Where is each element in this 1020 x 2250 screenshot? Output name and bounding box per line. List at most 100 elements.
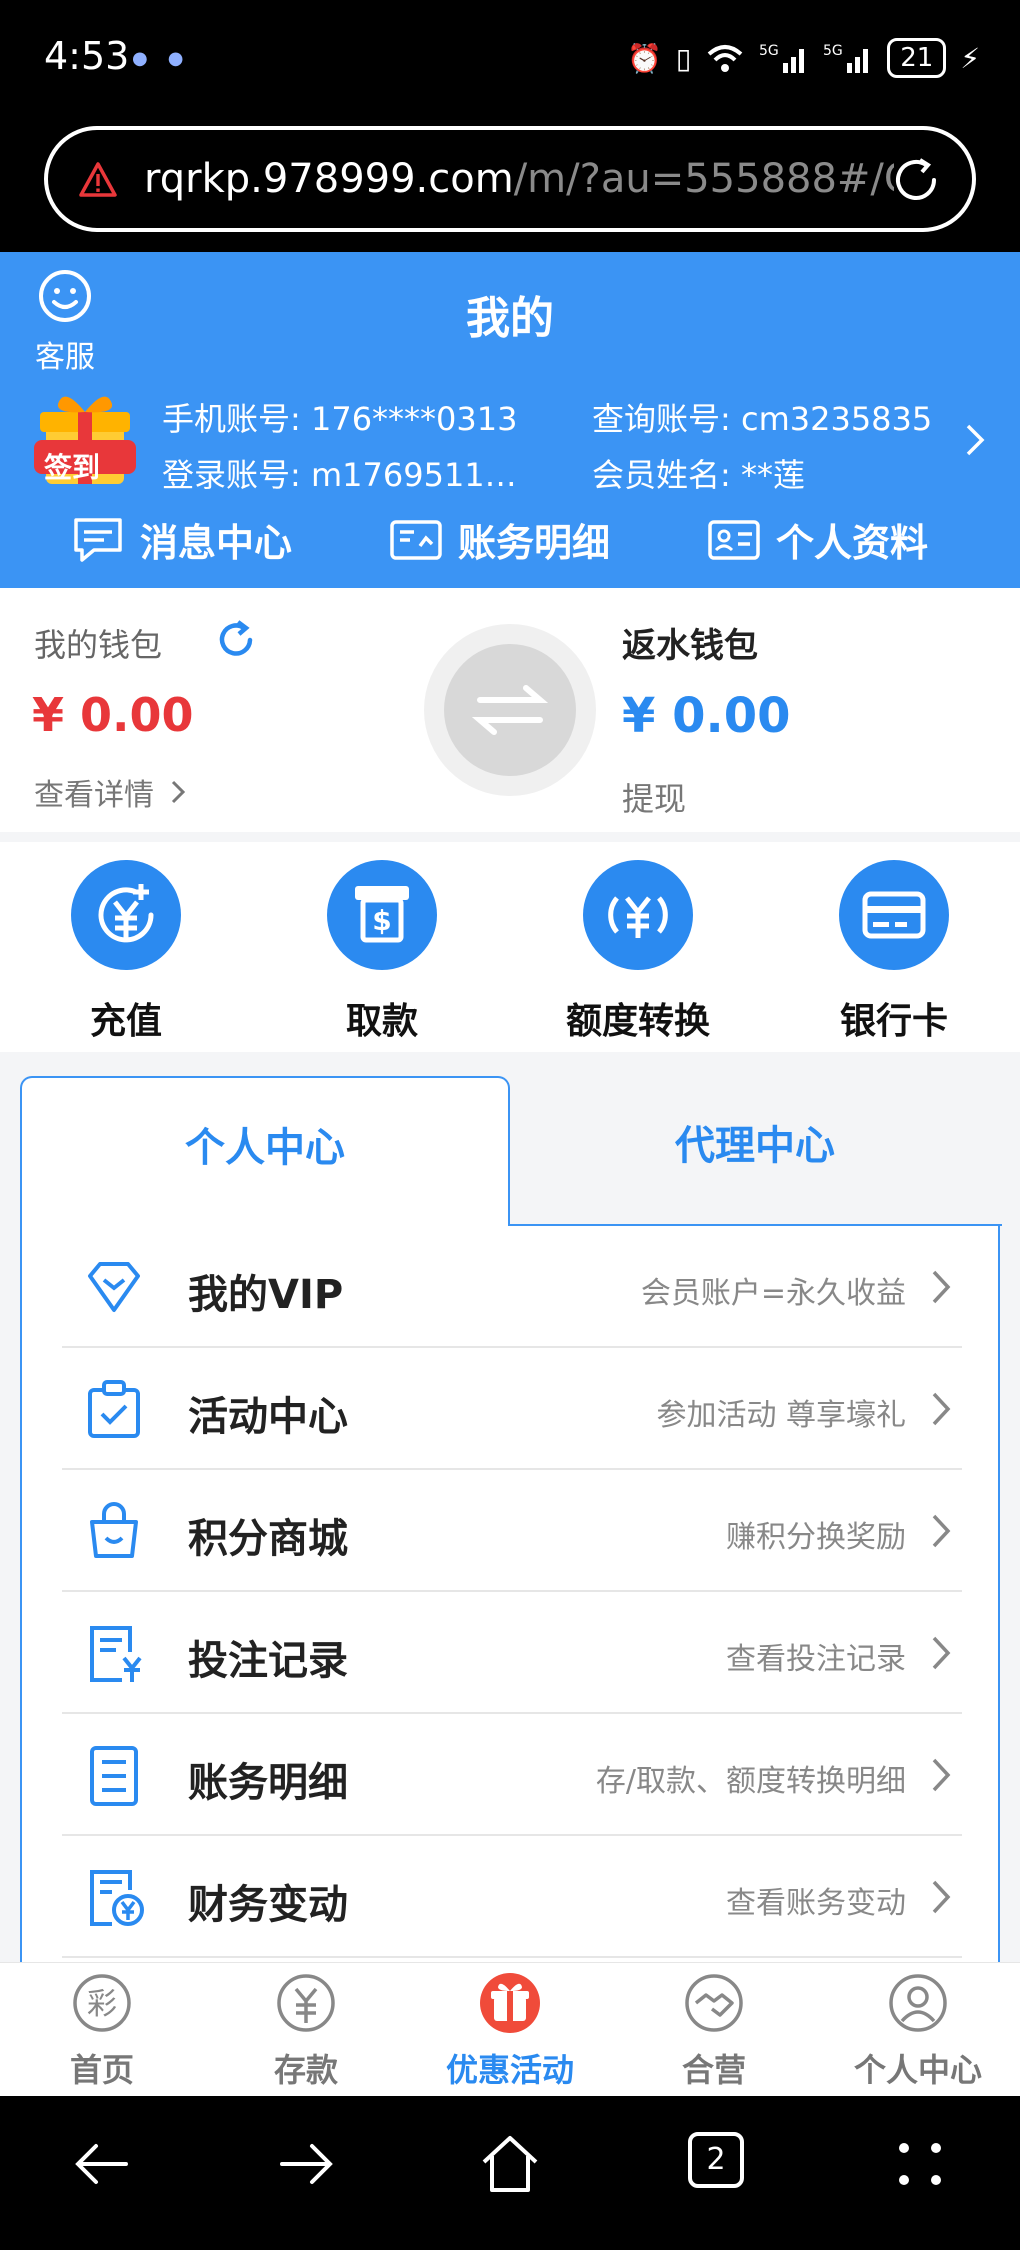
checkin-button[interactable]: 签到 <box>30 384 140 494</box>
phone-value: 176****0313 <box>310 400 518 438</box>
charging-icon: ⚡ <box>960 41 980 75</box>
member-label: 会员姓名: <box>592 456 731 494</box>
url-text[interactable]: rqrkp.978999.com/m/?au=555888#/C <box>144 156 894 202</box>
checkin-label: 签到 <box>44 451 101 484</box>
yuan-circle-icon <box>277 1974 335 2032</box>
view-details-link[interactable]: 查看详情 <box>34 770 186 814</box>
rebate-wallet-amount: ¥ 0.00 <box>622 688 791 744</box>
menu-item-name: 财务变动 <box>188 1882 348 1928</box>
message-center-link[interactable]: 消息中心 <box>70 512 292 567</box>
ledger-card-icon <box>390 519 442 560</box>
menu-item-finance-changes[interactable]: 财务变动 查看账务变动 <box>62 1836 962 1958</box>
query-account: 查询账号: cm3235835 <box>592 394 932 440</box>
chevron-right-icon <box>932 1758 951 1792</box>
profile-header: 客服 我的 签到 手机账号: 176****0313 查询账号: cm32358… <box>0 252 1020 588</box>
transfer-button-inner <box>444 644 576 776</box>
menu-item-desc: 会员账户=永久收益 <box>640 1276 906 1311</box>
svg-text:5G: 5G <box>823 43 843 59</box>
url-bar[interactable]: rqrkp.978999.com/m/?au=555888#/C <box>44 126 976 232</box>
message-center-label: 消息中心 <box>140 521 293 565</box>
finance-change-icon <box>90 1870 144 1926</box>
deposit-action[interactable]: 充值 <box>26 860 226 1044</box>
bottom-nav: 彩 首页 存款 优惠活动 合营 个人中心 <box>0 1962 1020 2096</box>
bet-record-icon <box>90 1626 142 1682</box>
svg-text:5G: 5G <box>759 43 779 59</box>
status-bar: 4:53 ●● ⏰ ▯ 5G 5G 21 ⚡ <box>0 0 1020 118</box>
tab-personal-center[interactable]: 个人中心 <box>20 1076 510 1226</box>
back-arrow-icon[interactable] <box>70 2132 134 2196</box>
chevron-right-icon <box>932 1880 951 1914</box>
quick-actions: 充值 $ 取款 额度转换 银行卡 <box>0 842 1020 1052</box>
more-menu-icon[interactable] <box>888 2132 952 2196</box>
menu-item-name: 账务明细 <box>188 1760 348 1806</box>
transfer-button[interactable] <box>424 624 596 796</box>
menu-item-account-details[interactable]: 账务明细 存/取款、额度转换明细 <box>62 1714 962 1836</box>
menu-item-activity[interactable]: 活动中心 参加活动 尊享壕礼 <box>62 1348 962 1470</box>
ledger-icon <box>90 1746 138 1806</box>
menu-item-bet-records[interactable]: 投注记录 查看投注记录 <box>62 1592 962 1714</box>
menu-item-desc: 查看账务变动 <box>726 1886 906 1921</box>
forward-arrow-icon[interactable] <box>274 2132 338 2196</box>
browser-toolbar: rqrkp.978999.com/m/?au=555888#/C <box>0 118 1020 252</box>
account-details-label: 账务明细 <box>458 521 611 565</box>
menu-item-desc: 赚积分换奖励 <box>726 1520 906 1555</box>
id-card-icon <box>708 519 760 560</box>
menu-item-name: 积分商城 <box>188 1516 348 1562</box>
member-value: **莲 <box>740 456 805 494</box>
transfer-label: 额度转换 <box>565 1001 710 1042</box>
deposit-icon-circle <box>71 860 181 970</box>
yuan-deposit-icon <box>98 884 154 943</box>
tab-agent-center[interactable]: 代理中心 <box>510 1076 1000 1226</box>
nav-promotions-label: 优惠活动 <box>445 2051 574 2089</box>
menu-item-name: 活动中心 <box>188 1394 348 1440</box>
vip-diamond-icon <box>88 1262 140 1312</box>
home-icon[interactable] <box>478 2132 542 2196</box>
login-value: m1769511… <box>310 456 517 494</box>
chevron-right-icon <box>171 780 185 804</box>
withdraw-label: 取款 <box>345 1001 418 1042</box>
account-details-link[interactable]: 账务明细 <box>388 512 610 567</box>
svg-text:$: $ <box>372 904 391 937</box>
phone-label: 手机账号: <box>162 400 301 438</box>
personal-info-link[interactable]: 个人资料 <box>706 512 928 567</box>
nav-home[interactable]: 彩 首页 <box>0 1971 204 2091</box>
nav-deposit[interactable]: 存款 <box>204 1971 408 2091</box>
menu-item-points-mall[interactable]: 积分商城 赚积分换奖励 <box>62 1470 962 1592</box>
tabs-count-button[interactable]: 2 <box>688 2132 744 2188</box>
nav-partnership[interactable]: 合营 <box>612 1971 816 2091</box>
nav-partnership-label: 合营 <box>681 2051 746 2089</box>
menu-item-vip[interactable]: 我的VIP 会员账户=永久收益 <box>62 1226 962 1348</box>
warning-icon[interactable] <box>78 160 118 200</box>
gift-icon <box>480 1973 540 2033</box>
query-value: cm3235835 <box>740 400 933 438</box>
member-name: 会员姓名: **莲 <box>592 450 805 496</box>
chevron-right-icon <box>932 1636 951 1670</box>
clipboard-check-icon <box>88 1380 140 1438</box>
url-host: rqrkp.978999.com <box>144 156 514 202</box>
refresh-icon[interactable] <box>214 618 258 662</box>
alarm-icon: ⏰ <box>626 41 662 75</box>
login-account: 登录账号: m1769511… <box>162 450 517 496</box>
withdraw-action[interactable]: $ 取款 <box>282 860 482 1044</box>
menu-item-desc: 存/取款、额度转换明细 <box>595 1764 906 1799</box>
signal-5g-icon-2: 5G <box>823 43 869 73</box>
reload-icon[interactable] <box>888 152 944 208</box>
wallet-card: 我的钱包 ¥ 0.00 查看详情 返水钱包 ¥ 0.00 提现 <box>0 588 1020 832</box>
nav-promotions[interactable]: 优惠活动 <box>408 1971 612 2091</box>
atm-icon: $ <box>355 886 409 943</box>
user-icon <box>889 1974 947 2032</box>
status-time: 4:53 <box>44 34 130 78</box>
message-icon <box>74 517 122 562</box>
transfer-action[interactable]: 额度转换 <box>538 860 738 1044</box>
bank-card-action[interactable]: 银行卡 <box>794 860 994 1044</box>
login-label: 登录账号: <box>162 456 301 494</box>
page-title: 我的 <box>466 293 554 344</box>
browser-nav-bar: 2 <box>0 2096 1020 2250</box>
bank-card-label: 银行卡 <box>839 1001 948 1042</box>
withdraw-link[interactable]: 提现 <box>622 774 686 820</box>
phone-account: 手机账号: 176****0313 <box>162 394 517 440</box>
nav-personal-center[interactable]: 个人中心 <box>816 1971 1020 2091</box>
my-wallet-amount: ¥ 0.00 <box>32 688 194 742</box>
chevron-right-icon[interactable] <box>964 422 986 458</box>
menu-item-desc: 查看投注记录 <box>726 1642 906 1677</box>
